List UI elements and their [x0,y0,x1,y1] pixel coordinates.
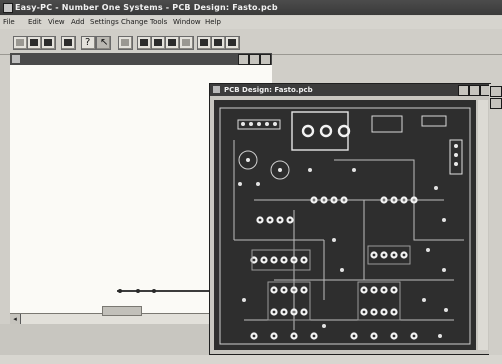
net-node [152,289,156,293]
capacitor-pad [278,168,282,172]
grid-button[interactable] [118,36,133,50]
pad-icon [140,39,148,46]
close-icon[interactable] [260,54,271,65]
document-icon [12,55,20,63]
window-title: Easy-PC - Number One Systems - PCB Desig… [15,3,278,12]
pcb-window-titlebar[interactable]: PCB Design: Fasto.pcb [210,84,491,96]
pcb-design-window: PCB Design: Fasto.pcb [209,83,491,355]
component-tool-button[interactable] [165,36,180,50]
maximize-icon[interactable] [469,85,480,96]
desktop-right-strip [489,84,502,364]
select-tool-button[interactable]: ↖ [96,36,111,50]
pad-tool-button[interactable] [137,36,152,50]
measure-icon [200,39,208,46]
open-file-button[interactable] [27,36,42,50]
drill-icon [214,39,222,46]
header-pin [257,122,261,126]
horizontal-scrollbar[interactable]: ◂ [10,306,210,324]
menu-edit[interactable]: Edit [28,16,42,29]
net-connection [117,290,212,292]
menu-settings[interactable]: Settings [90,16,119,29]
route-icon [228,39,236,46]
pcb-vertical-scrollbar[interactable] [478,100,488,350]
header-pin [273,122,277,126]
plus-icon [64,39,72,46]
measure-tool-button[interactable] [197,36,212,50]
scroll-thumb[interactable] [102,306,142,316]
pcb-board-canvas[interactable] [214,100,476,350]
header-pin [265,122,269,126]
edge-pin [454,153,458,157]
question-icon: ? [85,37,91,48]
net-node [136,289,140,293]
open-folder-icon [30,39,38,46]
track-icon [154,39,162,46]
save-icon [44,39,52,46]
app-icon[interactable] [3,3,13,13]
track-tool-button[interactable] [151,36,166,50]
menu-change[interactable]: Change [121,16,148,29]
minimize-icon[interactable] [238,54,249,65]
net-node [118,289,122,293]
menu-window[interactable]: Window [173,16,201,29]
maximize-icon[interactable] [249,54,260,65]
component-icon [168,39,176,46]
easy-pc-app: Easy-PC - Number One Systems - PCB Desig… [0,0,502,364]
main-toolbar: ? ↖ [0,30,502,55]
edge-pin [454,144,458,148]
pointer-icon: ↖ [100,37,109,48]
maximize-icon[interactable] [490,98,502,109]
menu-add[interactable]: Add [71,16,85,29]
grid-icon [121,39,129,46]
text-tool-button[interactable] [179,36,194,50]
drill-tool-button[interactable] [211,36,226,50]
pcb-document-icon [213,86,220,93]
save-button[interactable] [41,36,56,50]
header-pin [241,122,245,126]
new-file-icon [16,39,24,46]
board-background [214,100,476,350]
scroll-left-icon[interactable]: ◂ [10,314,21,324]
edge-pin [454,162,458,166]
new-file-button[interactable] [13,36,28,50]
route-tool-button[interactable] [225,36,240,50]
capacitor-pad [246,158,250,162]
text-icon [182,39,190,46]
minimize-icon[interactable] [490,86,502,97]
menu-view[interactable]: View [48,16,65,29]
main-title-bar: Easy-PC - Number One Systems - PCB Desig… [0,0,502,15]
menu-tools[interactable]: Tools [150,16,167,29]
menu-bar: File Edit View Add Settings Change Tools… [0,16,502,29]
pcb-window-title: PCB Design: Fasto.pcb [224,86,313,94]
schematic-window-titlebar[interactable] [10,53,272,65]
pcb-layout [214,100,476,350]
bottom-status-bar [0,355,502,364]
menu-help[interactable]: Help [205,16,221,29]
zoom-button[interactable] [61,36,76,50]
help-cursor-button[interactable]: ? [81,36,96,50]
menu-file[interactable]: File [3,16,15,29]
header-pin [249,122,253,126]
minimize-icon[interactable] [458,85,469,96]
